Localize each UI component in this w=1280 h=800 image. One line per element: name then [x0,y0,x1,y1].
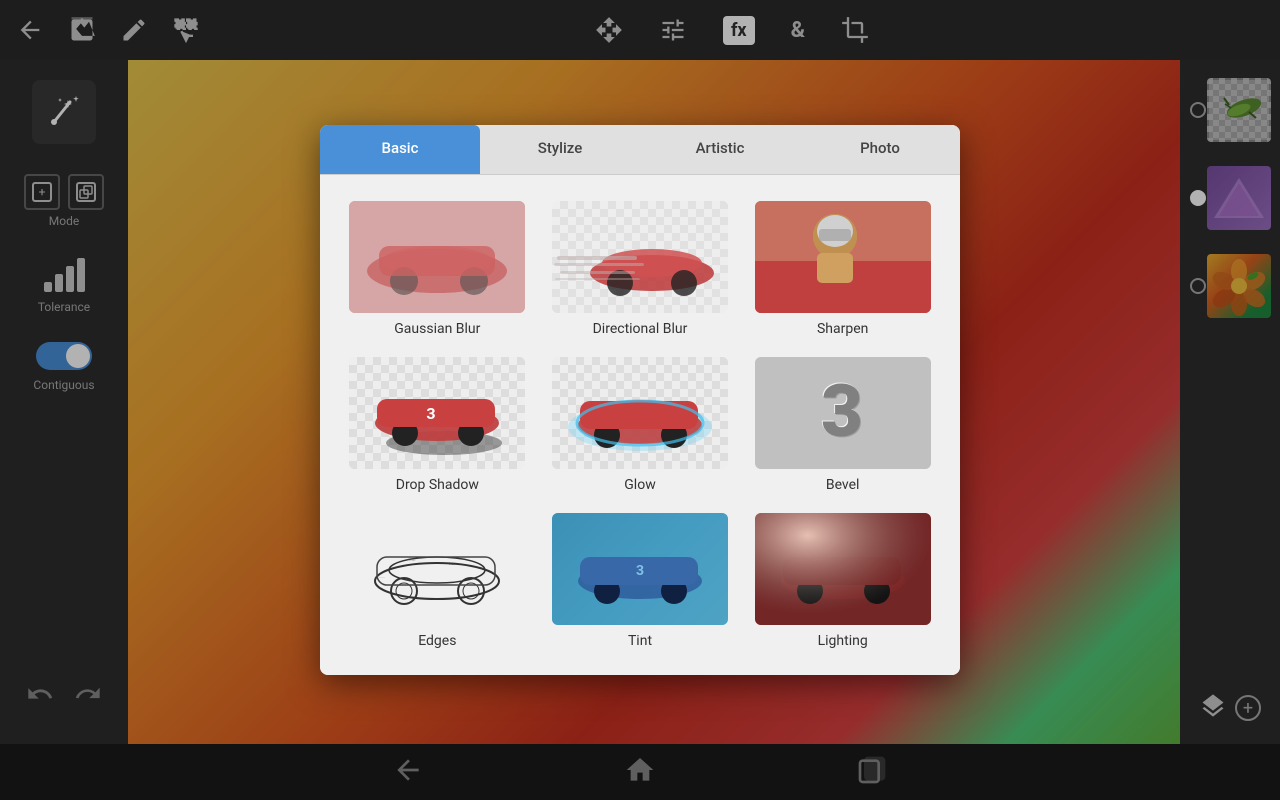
glow-thumb [552,357,728,469]
effects-tabs: Basic Stylize Artistic Photo [320,125,960,175]
lighting-label: Lighting [818,633,868,649]
svg-text:3: 3 [821,369,863,454]
tab-artistic[interactable]: Artistic [640,125,800,174]
glow-label: Glow [624,477,655,493]
drop-shadow-label: Drop Shadow [396,477,479,493]
lighting-thumb [755,513,931,625]
bevel-thumb: 3 3 3 [755,357,931,469]
effects-modal-overlay: Basic Stylize Artistic Photo [0,0,1280,800]
effect-edges[interactable]: ..... ..... ..... ...... Edges [336,503,539,659]
directional-blur-thumb [552,201,728,313]
effect-sharpen[interactable]: Sharpen [741,191,944,347]
effect-drop-shadow[interactable]: 3 Drop Shadow [336,347,539,503]
effects-modal: Basic Stylize Artistic Photo [320,125,960,675]
effects-grid: Gaussian Blur [320,175,960,675]
tab-photo[interactable]: Photo [800,125,960,174]
effect-tint[interactable]: 3 Tint [539,503,742,659]
edges-label: Edges [418,633,456,649]
effect-bevel[interactable]: 3 3 3 Bevel [741,347,944,503]
tab-stylize[interactable]: Stylize [480,125,640,174]
svg-text:.....: ..... [409,557,416,563]
svg-text:.....: ..... [389,564,396,570]
effect-directional-blur[interactable]: Directional Blur [539,191,742,347]
bevel-label: Bevel [826,477,860,493]
svg-text:......: ...... [379,574,385,579]
tab-basic[interactable]: Basic [320,125,480,174]
tint-thumb: 3 [552,513,728,625]
edges-thumb: ..... ..... ..... ...... [349,513,525,625]
effect-gaussian-blur[interactable]: Gaussian Blur [336,191,539,347]
effect-lighting[interactable]: Lighting [741,503,944,659]
tint-label: Tint [628,633,652,649]
effect-glow[interactable]: Glow [539,347,742,503]
sharpen-thumb [755,201,931,313]
gaussian-blur-thumb [349,201,525,313]
drop-shadow-thumb: 3 [349,357,525,469]
directional-blur-label: Directional Blur [593,321,688,337]
svg-text:3: 3 [427,404,436,423]
svg-text:3: 3 [636,563,644,579]
gaussian-blur-label: Gaussian Blur [394,321,480,337]
svg-text:.....: ..... [449,561,456,567]
sharpen-label: Sharpen [817,321,868,337]
